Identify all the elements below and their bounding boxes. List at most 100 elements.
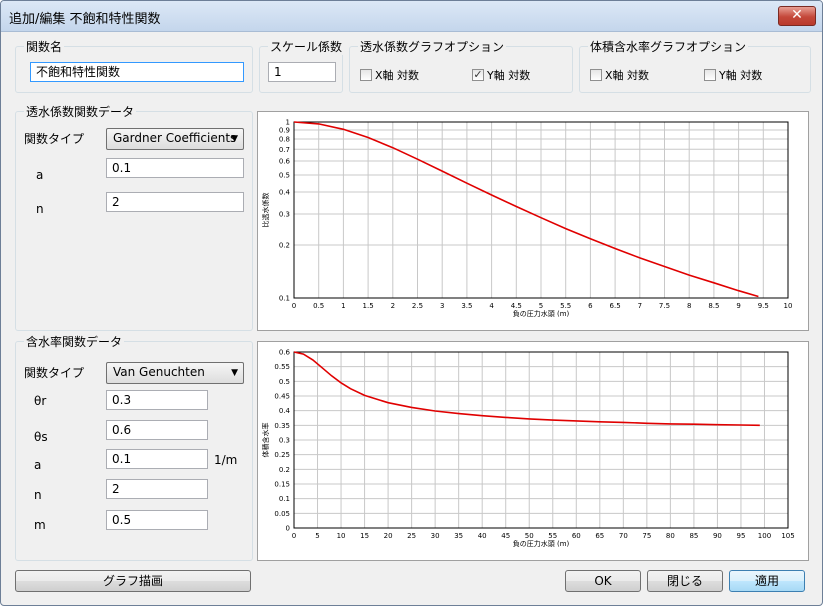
y-tick-label: 0.4	[279, 407, 291, 415]
x-tick-label: 20	[384, 532, 393, 540]
wc-type-select[interactable]: Van Genuchten ▼	[106, 362, 244, 384]
x-tick-label: 6.5	[610, 302, 621, 310]
function-name-group: 関数名 不飽和特性関数	[15, 38, 253, 93]
x-tick-label: 9.5	[758, 302, 769, 310]
function-name-input[interactable]: 不飽和特性関数	[30, 62, 244, 82]
permeability-graph-options-group: 透水係数グラフオプション X軸 対数 ✓ Y軸 対数	[349, 38, 573, 93]
window-title: 追加/編集 不飽和特性関数	[9, 12, 161, 27]
x-tick-label: 75	[642, 532, 651, 540]
y-tick-label: 0.5	[279, 171, 290, 179]
title-bar: 追加/編集 不飽和特性関数 ✕	[1, 1, 822, 32]
perm-type-value: Gardner Coefficients	[113, 131, 237, 145]
x-tick-label: 45	[501, 532, 510, 540]
chevron-down-icon[interactable]: ▼	[231, 368, 238, 378]
y-tick-label: 0.5	[279, 378, 290, 386]
wc-param-n-label: n	[34, 488, 42, 502]
perm-x-log-checkbox-box[interactable]	[360, 69, 372, 81]
scale-factor-input[interactable]: 1	[268, 62, 336, 82]
x-tick-label: 2.5	[412, 302, 423, 310]
permeability-graph-options-label: 透水係数グラフオプション	[358, 38, 507, 55]
x-tick-label: 0.5	[313, 302, 324, 310]
water-content-graph-options-label: 体積含水率グラフオプション	[588, 38, 749, 55]
x-tick-label: 100	[758, 532, 771, 540]
draw-graph-button[interactable]: グラフ描画	[15, 570, 251, 592]
x-axis-label: 負の圧力水頭 (m)	[513, 309, 570, 318]
x-tick-label: 8.5	[708, 302, 719, 310]
water-content-data-label: 含水率関数データ	[24, 333, 125, 350]
y-tick-label: 0.05	[274, 510, 290, 518]
y-tick-label: 0.35	[274, 422, 290, 430]
x-tick-label: 80	[666, 532, 675, 540]
perm-param-n-label: n	[36, 202, 44, 216]
wc-y-log-label: Y軸 対数	[719, 69, 763, 82]
x-tick-label: 5.5	[560, 302, 571, 310]
y-tick-label: 0.15	[274, 481, 290, 489]
x-tick-label: 30	[431, 532, 440, 540]
x-tick-label: 5	[315, 532, 319, 540]
permeability-data-label: 透水係数関数データ	[24, 103, 137, 120]
perm-y-log-label: Y軸 対数	[487, 69, 531, 82]
x-tick-label: 85	[689, 532, 698, 540]
x-tick-label: 40	[478, 532, 487, 540]
wc-y-log-checkbox-box[interactable]	[704, 69, 716, 81]
perm-type-select[interactable]: Gardner Coefficients ▼	[106, 128, 244, 150]
perm-param-n-input[interactable]: 2	[106, 192, 244, 212]
x-tick-label: 65	[595, 532, 604, 540]
x-tick-label: 8	[687, 302, 691, 310]
x-tick-label: 10	[784, 302, 793, 310]
wc-type-label: 関数タイプ	[24, 366, 85, 380]
perm-param-a-input[interactable]: 0.1	[106, 158, 244, 178]
close-button[interactable]: 閉じる	[647, 570, 723, 592]
y-tick-label: 0.2	[279, 466, 290, 474]
y-tick-label: 0.1	[279, 495, 290, 503]
close-icon[interactable]: ✕	[778, 6, 816, 26]
wc-x-log-checkbox-box[interactable]	[590, 69, 602, 81]
y-axis-label: 比透水係数	[261, 193, 270, 228]
perm-y-log-checkbox[interactable]: ✓ Y軸 対数	[472, 67, 530, 83]
x-tick-label: 4	[489, 302, 494, 310]
wc-param-a-input[interactable]: 0.1	[106, 449, 208, 469]
wc-param-a-label: a	[34, 458, 42, 472]
x-tick-label: 15	[360, 532, 369, 540]
perm-x-log-label: X軸 対数	[375, 69, 420, 82]
check-mark-icon[interactable]: ✓	[472, 69, 484, 81]
perm-x-log-checkbox[interactable]: X軸 対数	[360, 67, 419, 83]
wc-param-theta-s-input[interactable]: 0.6	[106, 420, 208, 440]
permeability-chart: 0 0.5 1 1.5 2 2.5 3 3.5 4 4.5 5 5.5 6 6.5 7 7.5 8 8.5 9 9.5…	[257, 111, 809, 331]
dialog-window: 追加/編集 不飽和特性関数 ✕ 関数名 不飽和特性関数 スケール係数 1 透水係…	[0, 0, 823, 606]
x-tick-label: 90	[713, 532, 722, 540]
function-name-label: 関数名	[24, 38, 65, 55]
x-tick-label: 1	[341, 302, 345, 310]
x-tick-label: 60	[572, 532, 581, 540]
x-tick-label: 3	[440, 302, 444, 310]
chevron-down-icon[interactable]: ▼	[231, 134, 238, 144]
wc-param-m-label: m	[34, 518, 46, 532]
y-tick-label: 0.7	[279, 146, 290, 154]
x-tick-label: 3.5	[461, 302, 472, 310]
apply-button[interactable]: 適用	[729, 570, 805, 592]
wc-type-value: Van Genuchten	[113, 365, 205, 379]
x-tick-label: 10	[337, 532, 346, 540]
y-tick-label: 0.3	[279, 211, 290, 219]
x-tick-label: 7.5	[659, 302, 670, 310]
x-tick-label: 2	[391, 302, 395, 310]
ok-button[interactable]: OK	[565, 570, 641, 592]
y-tick-label: 0.55	[274, 363, 290, 371]
y-tick-label: 0.6	[279, 349, 291, 357]
y-tick-label: 0	[286, 525, 290, 533]
permeability-chart-svg: 0 0.5 1 1.5 2 2.5 3 3.5 4 4.5 5 5.5 6 6.5 7 7.5 8 8.5 9 9.5…	[261, 119, 793, 319]
x-tick-label: 1.5	[363, 302, 374, 310]
x-tick-label: 105	[781, 532, 794, 540]
scale-factor-group: スケール係数 1	[259, 38, 345, 93]
wc-x-log-label: X軸 対数	[605, 69, 650, 82]
water-content-chart: 0 5 10 15 20 25 30 35 40 45 50 55 60 65 70 75 80 85 90 95 10…	[257, 341, 809, 561]
wc-y-log-checkbox[interactable]: Y軸 対数	[704, 67, 762, 83]
scale-factor-label: スケール係数	[268, 38, 345, 55]
wc-param-n-input[interactable]: 2	[106, 479, 208, 499]
wc-param-m-input[interactable]: 0.5	[106, 510, 208, 530]
wc-x-log-checkbox[interactable]: X軸 対数	[590, 67, 649, 83]
wc-param-theta-s-label: θs	[34, 430, 48, 444]
wc-param-theta-r-input[interactable]: 0.3	[106, 390, 208, 410]
y-tick-label: 0.3	[279, 437, 290, 445]
wc-param-a-unit: 1/m	[214, 453, 238, 467]
